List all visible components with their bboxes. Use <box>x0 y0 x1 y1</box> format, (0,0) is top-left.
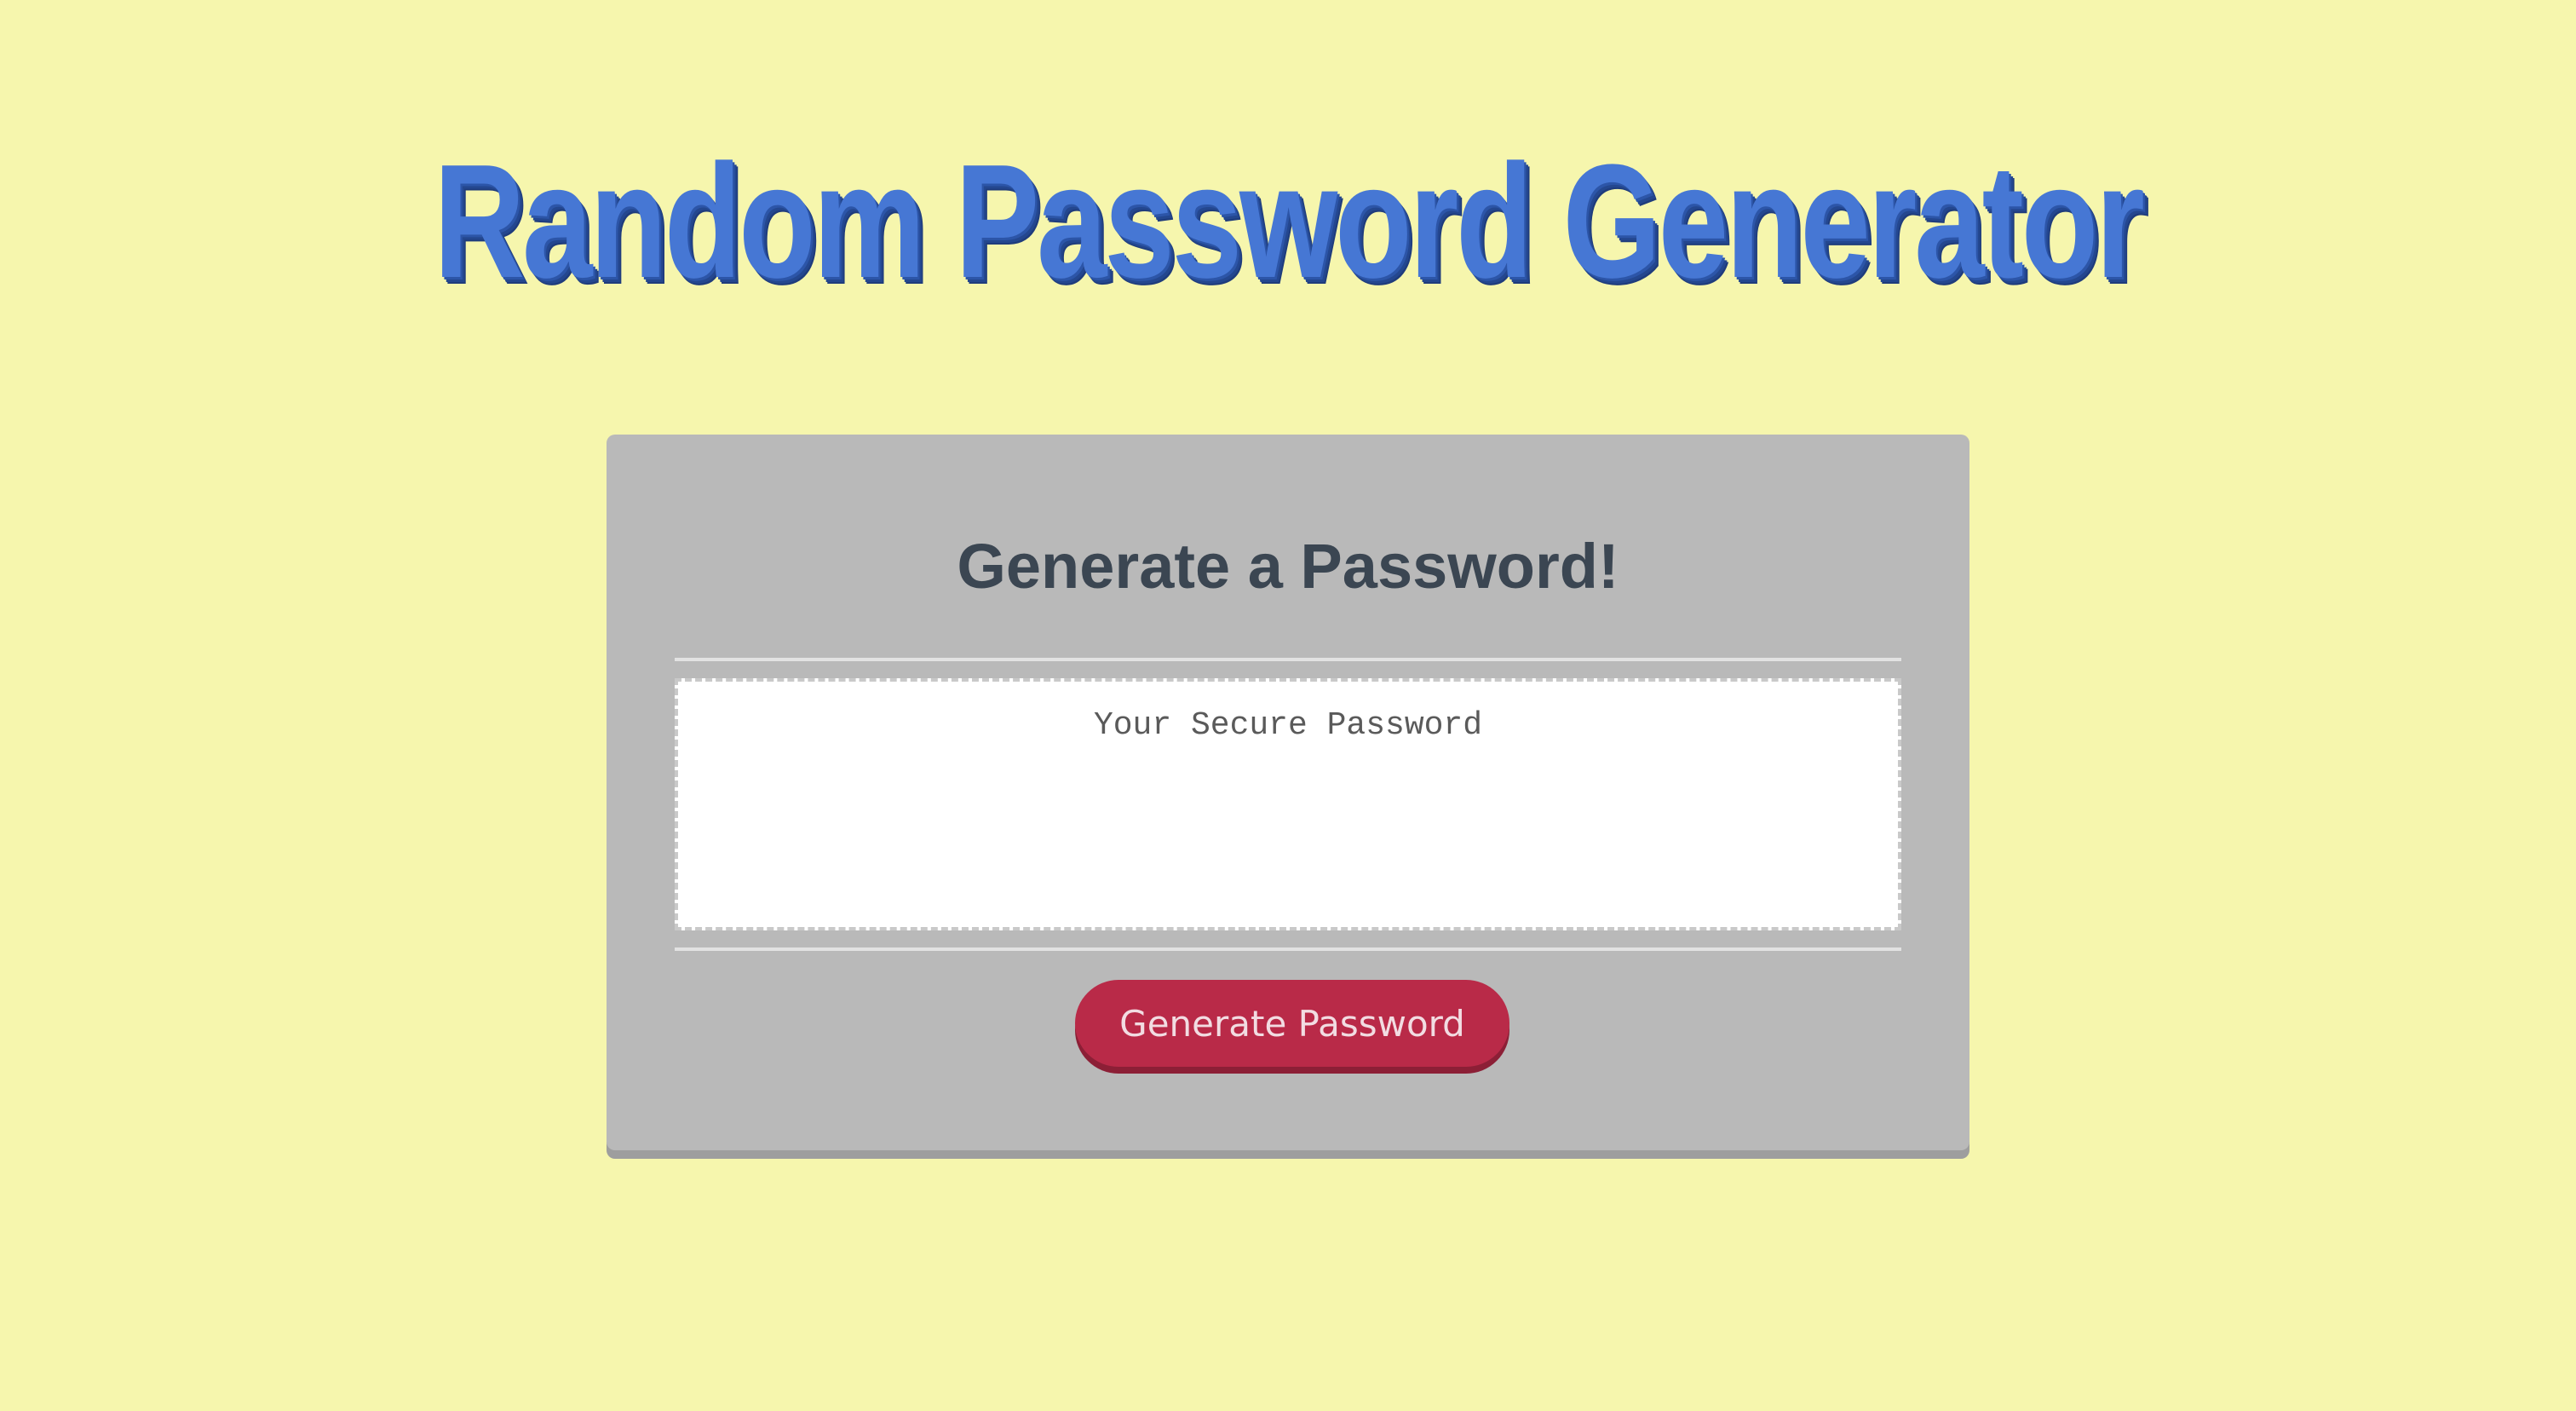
top-divider <box>675 658 1901 661</box>
password-card: Generate a Password! Generate Password <box>607 435 1969 1150</box>
bottom-divider <box>675 947 1901 951</box>
password-output[interactable] <box>675 678 1901 930</box>
app-title: Random Password Generator <box>434 131 2145 312</box>
page: Random Password Generator Generate a Pas… <box>0 0 2576 1411</box>
card-header: Generate a Password! <box>957 531 1619 602</box>
generate-password-button[interactable]: Generate Password <box>1075 980 1509 1067</box>
